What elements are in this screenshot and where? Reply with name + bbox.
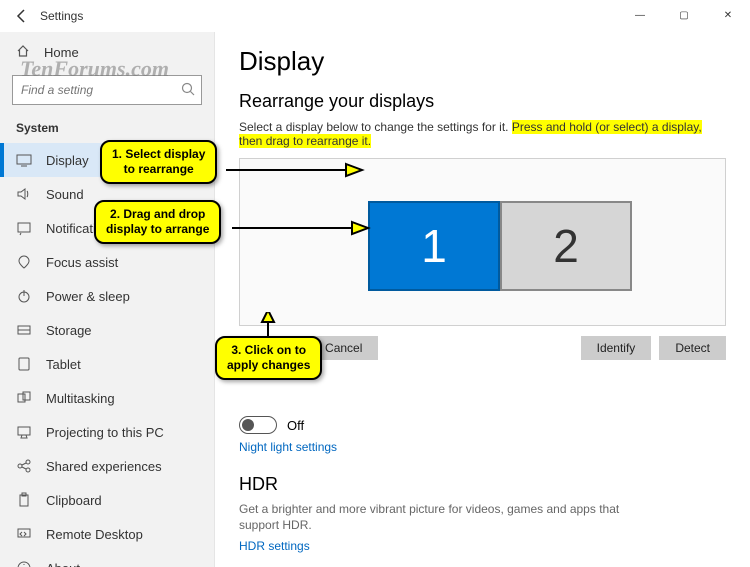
hdr-heading: HDR: [239, 474, 726, 495]
night-light-toggle-row: Off: [239, 416, 726, 434]
home-icon: [16, 44, 30, 61]
sidebar: Home System Display Sound Notifications …: [0, 32, 215, 567]
callout-2-pointer: [232, 216, 372, 246]
search-icon: [180, 81, 196, 102]
night-light-settings-link[interactable]: Night light settings: [239, 440, 337, 454]
sidebar-item-remote[interactable]: Remote Desktop: [0, 517, 214, 551]
project-icon: [16, 424, 32, 440]
callout-3-pointer: [256, 312, 286, 342]
sidebar-item-focus[interactable]: Focus assist: [0, 245, 214, 279]
sidebar-home[interactable]: Home: [0, 38, 214, 67]
rearrange-description: Select a display below to change the set…: [239, 120, 726, 148]
arrow-left-icon: [15, 9, 29, 23]
sidebar-item-shared[interactable]: Shared experiences: [0, 449, 214, 483]
minimize-button[interactable]: —: [618, 0, 662, 30]
monitor-1[interactable]: 1: [368, 201, 500, 291]
toggle-label: Off: [287, 418, 304, 433]
back-button[interactable]: [8, 2, 36, 30]
sidebar-item-storage[interactable]: Storage: [0, 313, 214, 347]
night-light-toggle[interactable]: [239, 416, 277, 434]
display-icon: [16, 152, 32, 168]
hdr-description: Get a brighter and more vibrant picture …: [239, 501, 629, 533]
page-title: Display: [239, 46, 726, 77]
notifications-icon: [16, 220, 32, 236]
hdr-settings-link[interactable]: HDR settings: [239, 539, 310, 553]
sidebar-item-multitasking[interactable]: Multitasking: [0, 381, 214, 415]
search-input[interactable]: [12, 75, 202, 105]
focus-icon: [16, 254, 32, 270]
monitor-2[interactable]: 2: [500, 201, 632, 291]
sidebar-section-label: System: [0, 115, 214, 143]
sidebar-item-tablet[interactable]: Tablet: [0, 347, 214, 381]
maximize-button[interactable]: ▢: [662, 0, 706, 30]
window-title: Settings: [40, 9, 83, 23]
sidebar-home-label: Home: [44, 45, 79, 60]
power-icon: [16, 288, 32, 304]
callout-3: 3. Click on to apply changes: [215, 336, 322, 380]
remote-icon: [16, 526, 32, 542]
search-input-wrap: [12, 75, 202, 105]
shared-icon: [16, 458, 32, 474]
callout-2: 2. Drag and drop display to arrange: [94, 200, 221, 244]
clipboard-icon: [16, 492, 32, 508]
sidebar-item-projecting[interactable]: Projecting to this PC: [0, 415, 214, 449]
tablet-icon: [16, 356, 32, 372]
rearrange-heading: Rearrange your displays: [239, 91, 726, 112]
main-panel: Display Rearrange your displays Select a…: [215, 32, 750, 567]
storage-icon: [16, 322, 32, 338]
detect-button[interactable]: Detect: [659, 336, 726, 360]
sidebar-item-clipboard[interactable]: Clipboard: [0, 483, 214, 517]
sound-icon: [16, 186, 32, 202]
identify-button[interactable]: Identify: [581, 336, 652, 360]
callout-1-pointer: [226, 158, 366, 188]
sidebar-item-power[interactable]: Power & sleep: [0, 279, 214, 313]
callout-1: 1. Select display to rearrange: [100, 140, 217, 184]
titlebar: Settings — ▢ ✕: [0, 0, 750, 32]
sidebar-item-about[interactable]: About: [0, 551, 214, 567]
close-button[interactable]: ✕: [706, 0, 750, 30]
multitask-icon: [16, 390, 32, 406]
about-icon: [16, 560, 32, 567]
